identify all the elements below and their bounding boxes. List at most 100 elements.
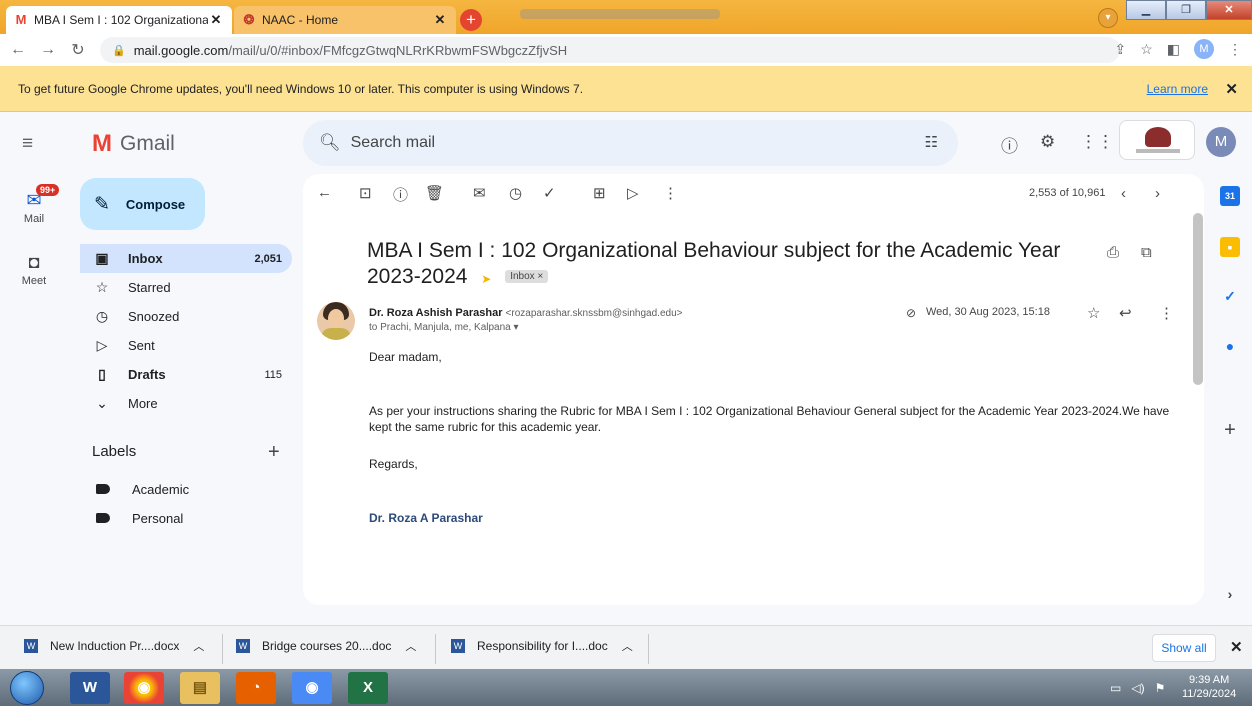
- chevron-up-icon[interactable]: ︿: [193, 638, 204, 654]
- learn-more-link[interactable]: Learn more: [1147, 82, 1208, 96]
- gmail-logo[interactable]: M Gmail: [92, 130, 175, 158]
- chevron-up-icon[interactable]: ︿: [622, 638, 633, 654]
- keep-icon[interactable]: ▪: [1220, 237, 1240, 257]
- download-filename: New Induction Pr....docx: [50, 639, 180, 653]
- tasks-icon[interactable]: ✓: [1220, 286, 1240, 306]
- reply-icon[interactable]: ↩: [1119, 304, 1132, 322]
- contacts-icon[interactable]: ●: [1220, 336, 1240, 356]
- sender-name[interactable]: Dr. Roza Ashish Parashar: [369, 307, 502, 319]
- side-panel-icon[interactable]: ◧: [1167, 41, 1180, 58]
- chevron-up-icon[interactable]: ︿: [405, 638, 416, 654]
- tab-close-icon[interactable]: ✕: [208, 12, 224, 28]
- nav-item-more[interactable]: ⌄ More: [80, 389, 292, 418]
- file-explorer-icon[interactable]: ▤: [180, 672, 220, 704]
- recipients-line[interactable]: to Prachi, Manjula, me, Kalpana ▾: [369, 322, 519, 333]
- pencil-icon: ✎: [94, 193, 110, 215]
- tab-gmail[interactable]: M MBA I Sem I : 102 Organizational ✕: [6, 6, 232, 34]
- browser-toolbar: ← → ↻ 🔒 mail.google.com/mail/u/0/#inbox/…: [0, 34, 1252, 66]
- star-message-icon[interactable]: ☆: [1087, 304, 1100, 322]
- volume-icon[interactable]: ◁): [1131, 681, 1144, 695]
- apps-grid-icon[interactable]: ⋮⋮: [1080, 132, 1114, 152]
- close-download-shelf-icon[interactable]: ✕: [1230, 638, 1243, 656]
- label-item-personal[interactable]: Personal: [92, 506, 183, 530]
- chevron-down-icon: ⌄: [96, 395, 108, 411]
- nav-item-inbox[interactable]: ▣ Inbox 2,051: [80, 244, 292, 273]
- archive-icon[interactable]: ⊡: [359, 184, 372, 202]
- newer-chevron-icon[interactable]: ‹: [1121, 185, 1126, 202]
- mark-unread-icon[interactable]: ✉: [473, 184, 486, 202]
- label-tag-icon: [96, 484, 110, 494]
- nav-item-starred[interactable]: ☆ Starred: [80, 273, 292, 302]
- get-addons-icon[interactable]: +: [1220, 420, 1240, 440]
- forward-arrow-icon[interactable]: →: [36, 41, 60, 59]
- tab-title: NAAC - Home: [262, 13, 339, 27]
- important-marker-icon[interactable]: ➤: [481, 272, 491, 286]
- add-label-icon[interactable]: +: [268, 441, 280, 464]
- new-tab-button[interactable]: +: [460, 9, 482, 31]
- tab-close-icon[interactable]: ✕: [432, 12, 448, 28]
- rail-meet[interactable]: ◘ Meet: [0, 252, 68, 287]
- open-new-window-icon[interactable]: ⧉: [1141, 244, 1152, 261]
- label-icon[interactable]: ▷: [627, 184, 639, 202]
- word-taskbar-icon[interactable]: W: [70, 672, 110, 704]
- nav-item-sent[interactable]: ▷ Sent: [80, 331, 292, 360]
- windows-start-button[interactable]: [10, 671, 44, 705]
- download-item[interactable]: W Bridge courses 20....doc ︿: [236, 638, 416, 654]
- organization-logo[interactable]: [1119, 120, 1195, 160]
- show-side-panel-icon[interactable]: ›: [1220, 584, 1240, 604]
- download-item[interactable]: W Responsibility for I....doc ︿: [451, 638, 633, 654]
- window-close-button[interactable]: ✕: [1206, 0, 1252, 20]
- nav-item-drafts[interactable]: ▯ Drafts 115: [80, 360, 292, 389]
- inbox-label-chip[interactable]: Inbox ×: [505, 270, 549, 284]
- network-icon[interactable]: ▭: [1110, 681, 1121, 695]
- share-icon[interactable]: ⇪: [1114, 41, 1126, 58]
- move-to-icon[interactable]: ⊞: [593, 184, 606, 202]
- back-to-inbox-icon[interactable]: ←: [317, 184, 332, 201]
- minimize-button[interactable]: ▁: [1126, 0, 1166, 20]
- system-tray: ▭ ◁) ⚑: [1110, 681, 1165, 695]
- settings-gear-icon[interactable]: ⚙: [1040, 132, 1055, 152]
- help-icon[interactable]: ⓘ: [1001, 132, 1018, 157]
- calendar-icon[interactable]: 31: [1220, 186, 1240, 206]
- search-bar[interactable]: 🔍︎ Search mail ☷: [303, 120, 958, 166]
- tab-naac[interactable]: ❂ NAAC - Home ✕: [234, 6, 456, 34]
- snooze-icon[interactable]: ◷: [509, 184, 522, 202]
- bookmark-star-icon[interactable]: ☆: [1140, 41, 1153, 58]
- maximize-button[interactable]: ❐: [1166, 0, 1206, 20]
- browser-menu-icon[interactable]: ⋮: [1228, 41, 1242, 58]
- report-spam-icon[interactable]: ⓘ: [393, 184, 408, 205]
- chrome-taskbar-icon[interactable]: ◉: [124, 672, 164, 704]
- main-menu-icon[interactable]: ≡: [22, 133, 33, 155]
- chrome-profile-taskbar-icon[interactable]: ◉: [292, 672, 332, 704]
- older-chevron-icon[interactable]: ›: [1155, 185, 1160, 202]
- label-item-academic[interactable]: Academic: [92, 477, 189, 501]
- search-options-icon[interactable]: ☷: [925, 133, 938, 151]
- show-all-downloads-button[interactable]: Show all: [1152, 634, 1216, 662]
- search-icon[interactable]: 🔍︎: [319, 133, 341, 153]
- rail-mail[interactable]: ✉ 99+ Mail: [0, 184, 68, 225]
- clock-icon: ◷: [95, 308, 109, 324]
- delete-icon[interactable]: 🗑︎: [425, 184, 444, 202]
- reload-icon[interactable]: ↻: [66, 40, 90, 60]
- taskbar-clock[interactable]: 9:39 AM 11/29/2024: [1182, 673, 1236, 701]
- nav-item-snoozed[interactable]: ◷ Snoozed: [80, 302, 292, 331]
- download-item[interactable]: W New Induction Pr....docx ︿: [24, 638, 204, 654]
- more-options-icon[interactable]: ⋮: [663, 184, 678, 202]
- action-center-flag-icon[interactable]: ⚑: [1155, 681, 1166, 695]
- add-task-icon[interactable]: ✓: [543, 184, 556, 202]
- compose-button[interactable]: ✎ Compose: [80, 178, 205, 230]
- message-more-icon[interactable]: ⋮: [1159, 304, 1174, 322]
- search-input[interactable]: Search mail: [351, 134, 435, 152]
- account-avatar[interactable]: M: [1206, 127, 1236, 157]
- back-arrow-icon[interactable]: ←: [6, 41, 30, 59]
- infobar-close-icon[interactable]: ✕: [1225, 80, 1238, 98]
- sender-avatar[interactable]: [317, 302, 355, 340]
- address-bar[interactable]: 🔒 mail.google.com/mail/u/0/#inbox/FMfcgz…: [100, 37, 1120, 63]
- firefox-taskbar-icon[interactable]: ◔: [236, 672, 276, 704]
- print-icon[interactable]: ⎙: [1107, 244, 1119, 261]
- tab-search-icon[interactable]: ▾: [1098, 8, 1118, 28]
- excel-taskbar-icon[interactable]: X: [348, 672, 388, 704]
- browser-profile-avatar[interactable]: M: [1194, 39, 1214, 59]
- message-scrollbar[interactable]: [1193, 213, 1203, 385]
- draft-icon: ▯: [98, 366, 106, 382]
